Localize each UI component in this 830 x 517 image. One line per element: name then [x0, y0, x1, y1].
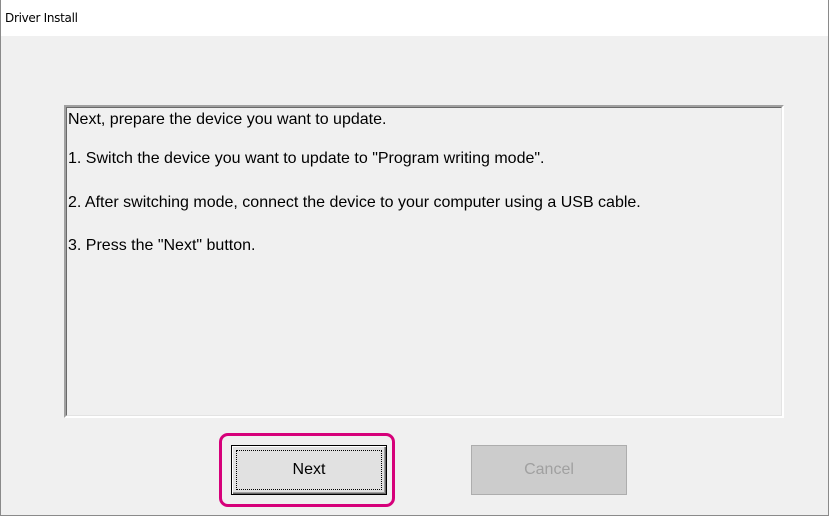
- next-button-highlight-annotation: [219, 433, 395, 507]
- instruction-line-step-2: 2. After switching mode, connect the dev…: [68, 194, 641, 211]
- instruction-line-step-1: 1. Switch the device you want to update …: [68, 150, 545, 167]
- cancel-button-label: Cancel: [524, 461, 574, 478]
- title-bar[interactable]: Driver Install: [1, 0, 828, 36]
- instruction-line-step-3: 3. Press the "Next" button.: [68, 237, 256, 254]
- driver-install-window: Driver Install Next, prepare the device …: [0, 0, 829, 516]
- instruction-line-intro: Next, prepare the device you want to upd…: [68, 111, 387, 128]
- cancel-button: Cancel: [471, 445, 627, 495]
- window-title: Driver Install: [5, 11, 78, 25]
- instruction-text-box-inner: Next, prepare the device you want to upd…: [66, 107, 782, 416]
- instruction-text-box: Next, prepare the device you want to upd…: [64, 105, 784, 418]
